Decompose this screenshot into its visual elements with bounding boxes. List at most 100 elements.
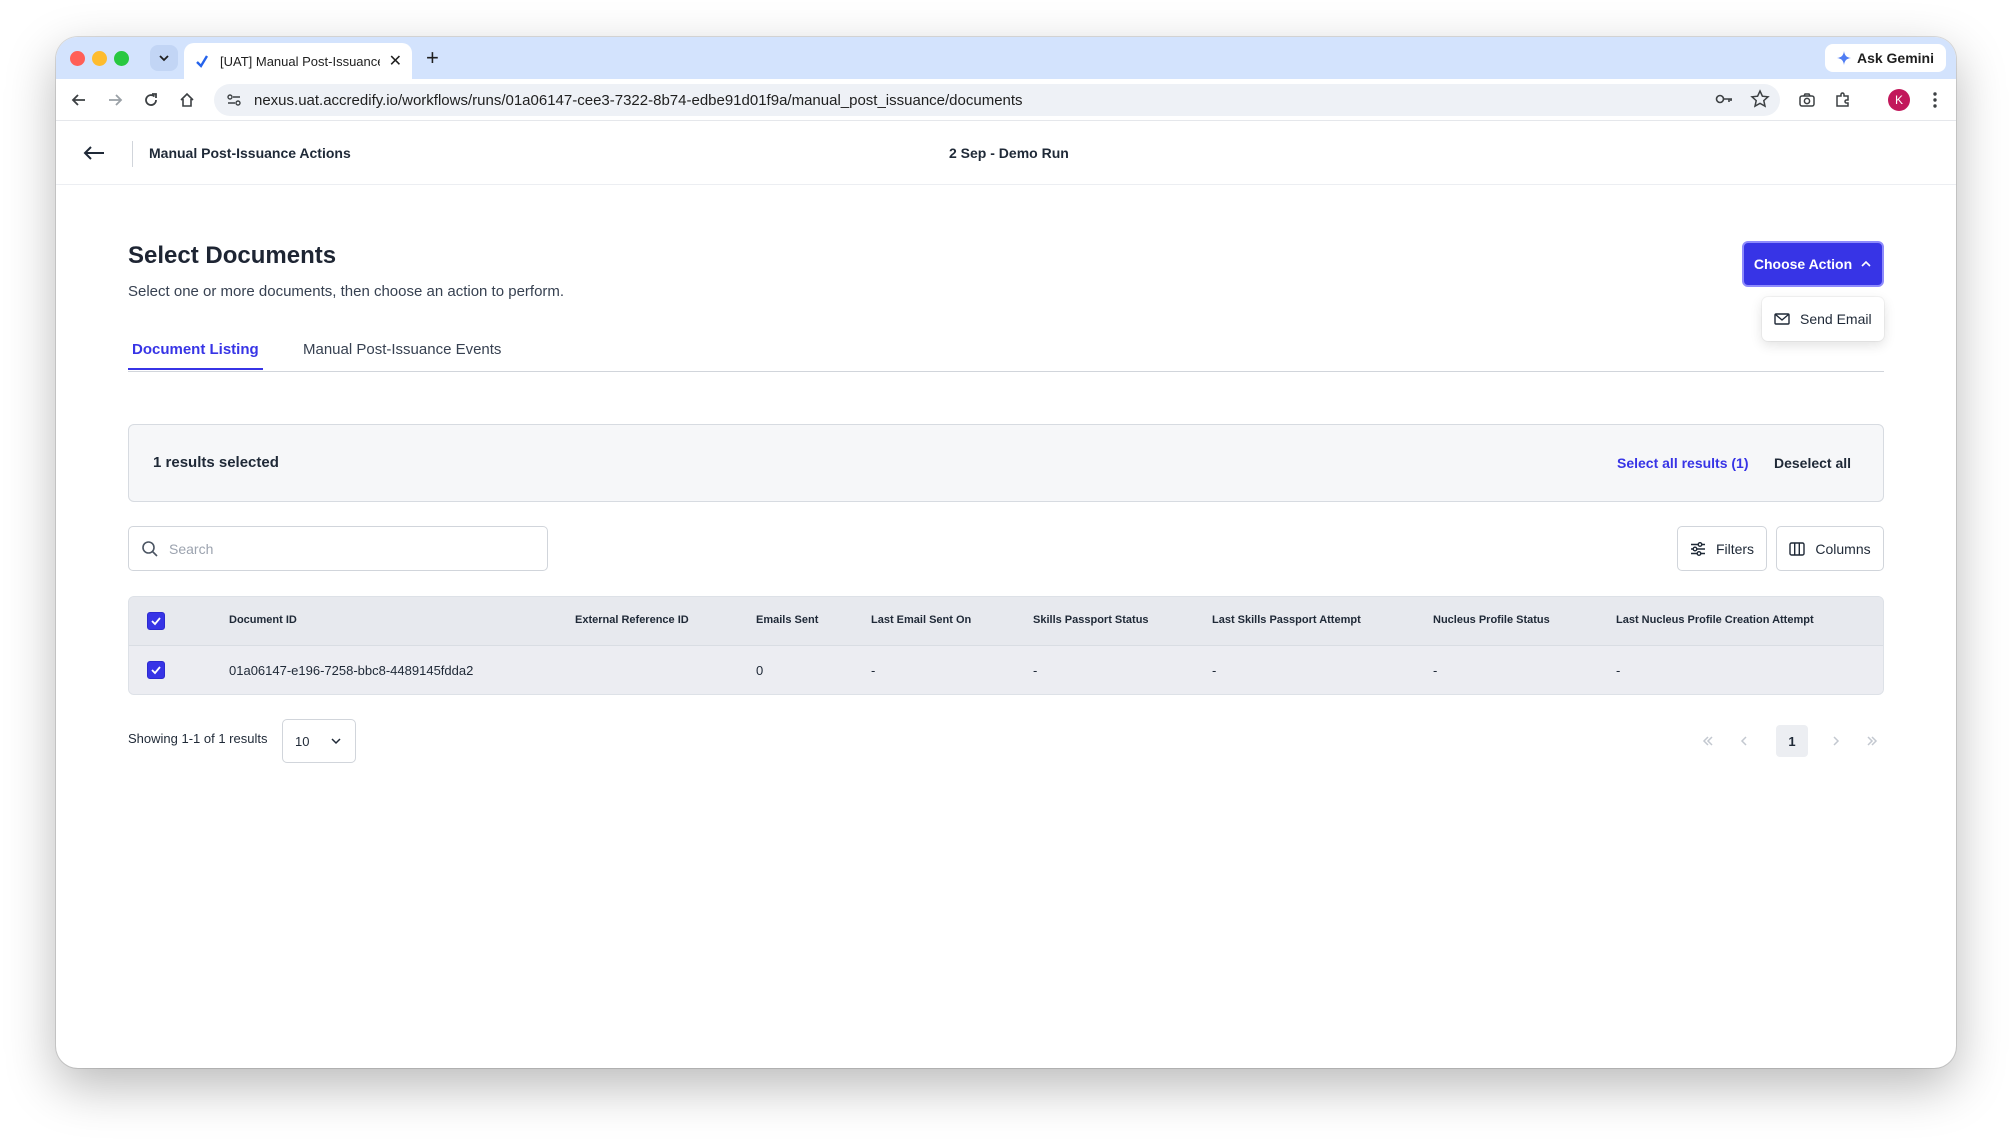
page-size-select[interactable]: 10 [282, 719, 356, 763]
deselect-all-button[interactable]: Deselect all [1774, 455, 1851, 471]
choose-action-button[interactable]: Choose Action [1742, 241, 1884, 287]
header-divider [132, 141, 133, 167]
new-tab-button[interactable]: + [426, 45, 439, 71]
filters-button[interactable]: Filters [1677, 526, 1767, 571]
arrow-right-icon [109, 94, 123, 106]
profile-avatar[interactable]: K [1888, 89, 1910, 111]
forward-button[interactable] [104, 89, 126, 111]
ask-gemini-button[interactable]: Ask Gemini [1824, 44, 1946, 72]
minimize-window-button[interactable] [92, 51, 107, 66]
screenshot-button[interactable] [1796, 89, 1818, 111]
close-window-button[interactable] [70, 51, 85, 66]
page-title: Select Documents [128, 242, 337, 269]
search-input[interactable] [169, 540, 529, 557]
columns-icon [1789, 541, 1806, 556]
columns-button[interactable]: Columns [1776, 526, 1884, 571]
chevron-up-icon [1861, 260, 1871, 267]
profile-initial: K [1894, 93, 1903, 107]
chevron-left-icon [1740, 736, 1747, 746]
column-header-document-id[interactable]: Document ID [229, 614, 297, 626]
gemini-sparkle-icon [1836, 51, 1851, 65]
browser-menu-button[interactable] [1924, 89, 1946, 111]
column-header-last-skills-passport-attempt[interactable]: Last Skills Passport Attempt [1212, 614, 1361, 626]
password-key-icon[interactable] [1714, 89, 1734, 109]
maximize-window-button[interactable] [114, 51, 129, 66]
column-header-external-reference-id[interactable]: External Reference ID [575, 614, 689, 626]
filters-label: Filters [1715, 540, 1755, 557]
chevrons-right-icon [1867, 736, 1878, 746]
tab-bar: Document Listing Manual Post-Issuance Ev… [128, 333, 1884, 372]
chevrons-left-icon [1702, 736, 1713, 746]
chevron-right-icon [1833, 736, 1840, 746]
tab-document-listing[interactable]: Document Listing [128, 341, 263, 370]
tab-title: [UAT] Manual Post-Issuance A [220, 53, 380, 69]
home-button[interactable] [176, 89, 198, 111]
checkmark-icon [151, 666, 161, 675]
camera-icon [1799, 93, 1815, 107]
last-page-button[interactable] [1856, 725, 1888, 757]
puzzle-icon [1836, 92, 1849, 107]
column-header-last-email-sent-on[interactable]: Last Email Sent On [871, 614, 971, 626]
home-icon [180, 92, 194, 107]
select-all-results-link[interactable]: Select all results (1) [1617, 455, 1749, 471]
search-field[interactable] [128, 526, 548, 571]
tab-strip: [UAT] Manual Post-Issuance A ✕ + Ask Gem… [56, 37, 1956, 79]
select-all-checkbox[interactable] [147, 612, 165, 630]
close-tab-icon[interactable]: ✕ [389, 51, 402, 71]
url-text: nexus.uat.accredify.io/workflows/runs/01… [254, 91, 1023, 109]
cell-last-skills-passport-attempt: - [1212, 663, 1217, 678]
cell-skills-passport-status: - [1033, 663, 1038, 678]
table-header: Document ID External Reference ID Emails… [129, 597, 1883, 646]
site-settings-icon[interactable] [226, 92, 242, 108]
first-page-button[interactable] [1692, 725, 1724, 757]
page-size-value: 10 [295, 733, 310, 749]
cell-emails-sent: 0 [756, 663, 764, 678]
page-number-current[interactable]: 1 [1776, 725, 1808, 757]
bookmark-star-icon[interactable] [1750, 89, 1770, 109]
send-email-label: Send Email [1800, 311, 1872, 327]
cell-last-nucleus-profile-creation-attempt: - [1616, 663, 1621, 678]
ask-gemini-label: Ask Gemini [1856, 50, 1934, 66]
back-button[interactable] [68, 89, 90, 111]
chevron-down-icon [331, 738, 341, 745]
choose-action-label: Choose Action [1753, 256, 1853, 272]
cell-document-id: 01a06147-e196-7258-bbc8-4489145fdda2 [229, 663, 474, 678]
previous-page-button[interactable] [1728, 725, 1760, 757]
browser-window: [UAT] Manual Post-Issuance A ✕ + Ask Gem… [56, 37, 1956, 1068]
browser-toolbar: nexus.uat.accredify.io/workflows/runs/01… [56, 79, 1956, 121]
sliders-icon [1690, 541, 1705, 556]
column-header-last-nucleus-profile-creation-attempt[interactable]: Last Nucleus Profile Creation Attempt [1616, 614, 1814, 626]
selected-count: 1 results selected [153, 454, 279, 471]
selection-bar: 1 results selected Select all results (1… [128, 424, 1884, 502]
checkmark-icon [151, 617, 161, 626]
table-row[interactable]: 01a06147-e196-7258-bbc8-4489145fdda2 0 -… [129, 646, 1883, 694]
reload-icon [145, 93, 157, 106]
back-arrow-button[interactable] [82, 141, 106, 165]
results-summary: Showing 1-1 of 1 results [128, 731, 268, 746]
page-subtitle: Select one or more documents, then choos… [128, 283, 565, 300]
cell-nucleus-profile-status: - [1433, 663, 1438, 678]
next-page-button[interactable] [1820, 725, 1852, 757]
site-favicon-icon [196, 55, 209, 68]
column-header-emails-sent[interactable]: Emails Sent [756, 614, 818, 626]
row-checkbox[interactable] [147, 661, 165, 679]
address-bar[interactable]: nexus.uat.accredify.io/workflows/runs/01… [214, 84, 1780, 116]
search-icon [142, 540, 158, 557]
extensions-button[interactable] [1832, 89, 1854, 111]
pagination: 1 [1692, 725, 1892, 757]
cell-last-email-sent-on: - [871, 663, 876, 678]
tab-search-button[interactable] [150, 45, 178, 71]
documents-table: Document ID External Reference ID Emails… [128, 596, 1884, 695]
run-name: 2 Sep - Demo Run [949, 145, 1069, 161]
arrow-left-icon [83, 146, 104, 160]
mail-icon [1774, 313, 1790, 325]
reload-button[interactable] [140, 89, 162, 111]
app-header: Manual Post-Issuance Actions 2 Sep - Dem… [56, 121, 1956, 185]
header-title: Manual Post-Issuance Actions [149, 145, 351, 161]
column-header-nucleus-profile-status[interactable]: Nucleus Profile Status [1433, 614, 1550, 626]
columns-label: Columns [1815, 540, 1871, 557]
browser-tab[interactable]: [UAT] Manual Post-Issuance A ✕ [184, 43, 412, 79]
arrow-left-icon [71, 94, 85, 106]
tab-manual-post-issuance-events[interactable]: Manual Post-Issuance Events [299, 341, 505, 368]
column-header-skills-passport-status[interactable]: Skills Passport Status [1033, 614, 1149, 626]
